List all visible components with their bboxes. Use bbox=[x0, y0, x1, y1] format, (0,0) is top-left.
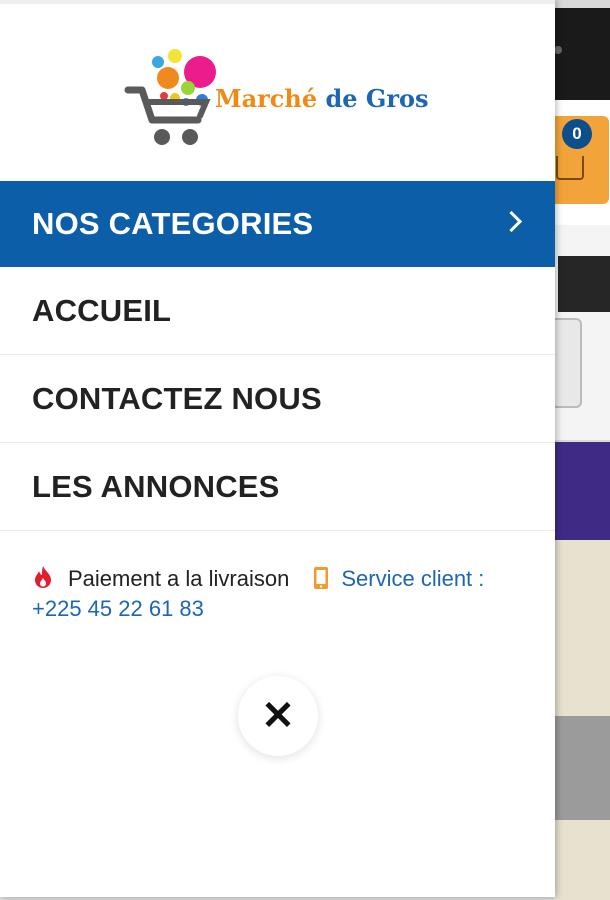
cart-count-badge: 0 bbox=[562, 119, 592, 149]
close-drawer-button[interactable]: ✕ bbox=[238, 676, 318, 756]
brand-logo[interactable]: Marché de Gros bbox=[120, 44, 440, 154]
menu-item-label: CONTACTEZ NOUS bbox=[32, 381, 322, 416]
menu-item-annonces[interactable]: LES ANNONCES bbox=[0, 443, 555, 531]
phone-icon bbox=[314, 567, 329, 589]
menu-item-contact[interactable]: CONTACTEZ NOUS bbox=[0, 355, 555, 443]
fire-icon bbox=[35, 566, 51, 588]
basket-icon bbox=[556, 156, 584, 180]
menu-item-label: LES ANNONCES bbox=[32, 469, 280, 504]
brand-name: Marché de Gros bbox=[215, 84, 429, 113]
background-purple-banner bbox=[555, 442, 610, 540]
menu-item-categories[interactable]: NOS CATEGORIES bbox=[0, 181, 555, 267]
side-drawer: Marché de Gros NOS CATEGORIES ACCUEIL CO… bbox=[0, 0, 555, 897]
chevron-right-icon bbox=[500, 210, 523, 233]
brand-name-part1: Marché bbox=[215, 84, 318, 113]
tv-image bbox=[558, 256, 610, 312]
info-block: Paiement a la livraison Service client :… bbox=[32, 564, 512, 624]
payment-text: Paiement a la livraison bbox=[68, 566, 290, 591]
close-icon: ✕ bbox=[261, 694, 295, 738]
background-top-bar bbox=[555, 8, 610, 100]
menu-item-label: NOS CATEGORIES bbox=[32, 206, 314, 241]
background-gray-block bbox=[555, 716, 610, 820]
background-dot bbox=[554, 46, 562, 54]
drawer-menu: NOS CATEGORIES ACCUEIL CONTACTEZ NOUS LE… bbox=[0, 181, 555, 531]
menu-item-label: ACCUEIL bbox=[32, 293, 172, 328]
brand-name-part2: de Gros bbox=[325, 84, 429, 113]
menu-item-accueil[interactable]: ACCUEIL bbox=[0, 267, 555, 355]
